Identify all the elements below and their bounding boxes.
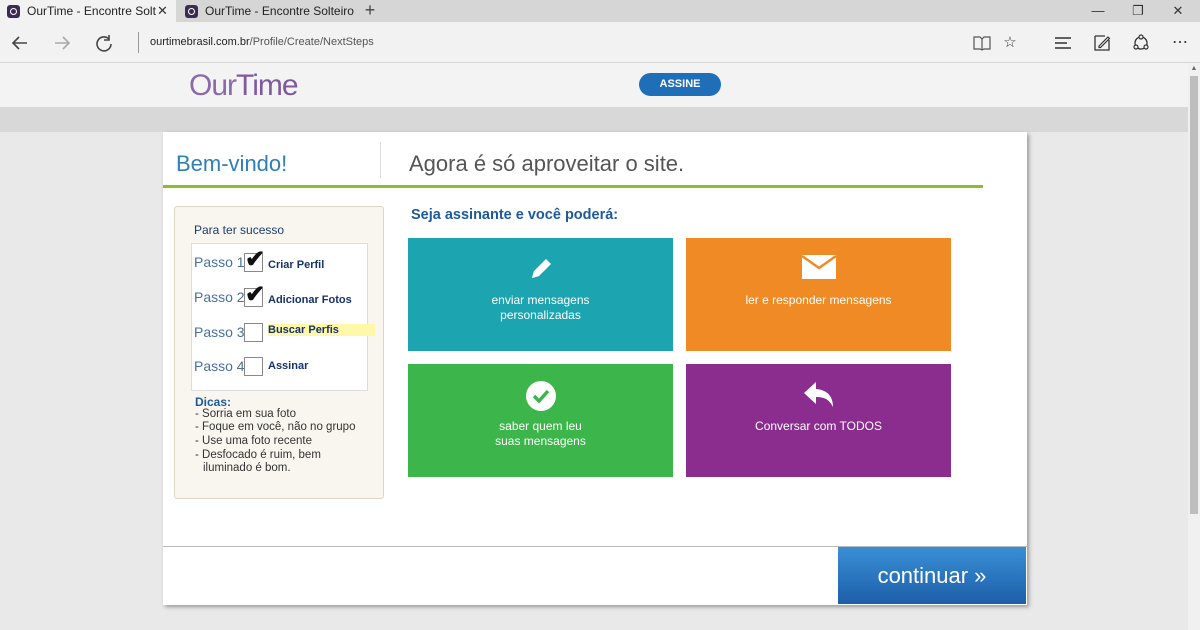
- step-checkbox[interactable]: [244, 323, 263, 342]
- title-divider: [380, 142, 381, 178]
- step-label: Passo 1: [194, 254, 245, 270]
- tip-item: - Use uma foto recente: [195, 435, 312, 447]
- browser-tab-2[interactable]: OurTime - Encontre Solteiro: [178, 0, 356, 22]
- url-domain: ourtimebrasil.com.br: [150, 36, 250, 48]
- step-text: Criar Perfil: [268, 259, 325, 271]
- subscribe-button[interactable]: ASSINE: [639, 73, 721, 96]
- step-2[interactable]: Passo 2 ✔ Adicionar Fotos: [192, 281, 369, 312]
- checkmark-icon: ✔: [245, 281, 266, 308]
- forward-arrow-icon[interactable]: [48, 29, 76, 57]
- feature-tile-read-receipts[interactable]: saber quem leu suas mensagens: [408, 364, 673, 477]
- step-3[interactable]: Passo 3 Buscar Perfis: [192, 317, 375, 347]
- step-label: Passo 3: [194, 324, 245, 340]
- tile-text-line1: saber quem leu: [499, 419, 582, 433]
- step-text: Assinar: [268, 360, 309, 372]
- headline: Agora é só aproveitar o site.: [409, 151, 685, 176]
- address-separator: [138, 32, 139, 53]
- pencil-icon: [408, 252, 673, 290]
- feature-tile-chat-all[interactable]: Conversar com TODOS: [686, 364, 951, 477]
- minimize-button[interactable]: —: [1076, 0, 1120, 22]
- step-4[interactable]: Passo 4 Assinar: [192, 351, 369, 381]
- share-icon[interactable]: [1129, 31, 1153, 55]
- features-title: Seja assinante e você poderá:: [411, 207, 619, 223]
- accent-line: [163, 185, 983, 188]
- steps-card: Passo 1 ✔ Criar Perfil Passo 2 ✔ Adicion…: [191, 243, 375, 391]
- feature-tile-read-reply[interactable]: ler e responder mensagens: [686, 238, 951, 351]
- site-header: OurTime ASSINE: [0, 63, 1188, 107]
- step-label: Passo 2: [194, 289, 245, 305]
- tile-text-line1: ler e responder mensagens: [745, 293, 892, 307]
- star-icon[interactable]: ☆: [998, 31, 1022, 55]
- check-circle-icon: [408, 380, 673, 416]
- tab-close-icon[interactable]: ✕: [157, 3, 168, 19]
- url-field[interactable]: ourtimebrasil.com.br/Profile/Create/Next…: [150, 36, 374, 48]
- tip-item: - Sorria em sua foto: [195, 408, 296, 420]
- tile-text-line1: enviar mensagens: [491, 293, 590, 307]
- refresh-icon[interactable]: [90, 29, 118, 57]
- address-bar: ourtimebrasil.com.br/Profile/Create/Next…: [0, 22, 1200, 63]
- tile-text-line2: suas mensagens: [495, 434, 586, 448]
- tip-item: - Desfocado é ruim, bem: [195, 449, 321, 461]
- tips-title: Dicas:: [195, 395, 232, 409]
- web-note-icon[interactable]: [1090, 31, 1114, 55]
- ourtime-logo[interactable]: OurTime: [189, 69, 299, 103]
- steps-title: Para ter sucesso: [194, 223, 285, 237]
- envelope-icon: [686, 254, 951, 284]
- reading-view-icon[interactable]: [970, 31, 994, 55]
- hub-icon[interactable]: [1051, 31, 1075, 55]
- url-path: /Profile/Create/NextSteps: [249, 36, 374, 48]
- close-window-button[interactable]: ✕: [1156, 0, 1200, 22]
- tile-text-line1: Conversar com TODOS: [755, 419, 882, 433]
- logo-part-time: Time: [236, 69, 299, 102]
- restore-button[interactable]: ❐: [1116, 0, 1160, 22]
- logo-part-our: Our: [189, 69, 237, 102]
- tile-text-line2: personalizadas: [500, 308, 581, 322]
- step-1[interactable]: Passo 1 ✔ Criar Perfil: [192, 246, 369, 277]
- step-text: Buscar Perfis: [268, 324, 375, 336]
- step-label: Passo 4: [194, 358, 245, 374]
- welcome-modal: Bem-vindo! Agora é só aproveitar o site.…: [163, 132, 1027, 605]
- more-icon[interactable]: ⋯: [1168, 31, 1192, 55]
- scrollbar-thumb[interactable]: [1190, 76, 1198, 514]
- ourtime-favicon-icon: [185, 4, 198, 18]
- continue-button[interactable]: continuar »: [838, 547, 1026, 604]
- tab-title: OurTime - Encontre Solt: [27, 4, 156, 18]
- back-arrow-icon[interactable]: [6, 29, 34, 57]
- steps-panel: Para ter sucesso Passo 1 ✔ Criar Perfil …: [174, 206, 384, 499]
- reply-arrow-icon: [686, 380, 951, 414]
- welcome-title: Bem-vindo!: [176, 151, 288, 176]
- tip-item: - Foque em você, não no grupo: [195, 421, 356, 433]
- browser-tab-1[interactable]: OurTime - Encontre Solt ✕: [0, 0, 176, 22]
- tab-strip: OurTime - Encontre Solt ✕ OurTime - Enco…: [0, 0, 1200, 22]
- new-tab-button[interactable]: +: [360, 0, 380, 22]
- ourtime-favicon-icon: [7, 4, 20, 18]
- step-text: Adicionar Fotos: [268, 294, 352, 306]
- feature-tile-messages[interactable]: enviar mensagens personalizadas: [408, 238, 673, 351]
- checkmark-icon: ✔: [245, 246, 266, 273]
- step-checkbox[interactable]: [244, 357, 263, 376]
- scroll-up-icon[interactable]: ▲: [1188, 63, 1200, 75]
- header-band: [0, 107, 1188, 132]
- tab-title: OurTime - Encontre Solteiro: [205, 4, 354, 18]
- tip-item: iluminado é bom.: [203, 462, 291, 474]
